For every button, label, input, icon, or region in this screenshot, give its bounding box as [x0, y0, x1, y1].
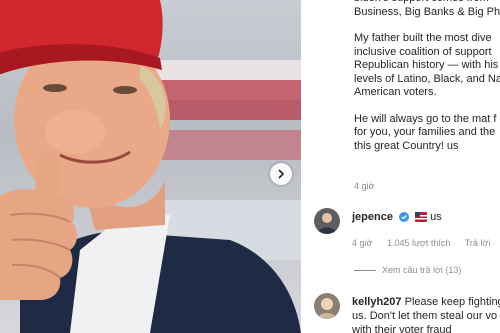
- comment-text: us: [430, 211, 442, 223]
- post-caption: biden's support comes from Business, Big…: [354, 0, 500, 166]
- next-image-button[interactable]: [270, 163, 292, 185]
- post-photo[interactable]: [0, 0, 301, 333]
- comment-likes[interactable]: 1.045 lượt thích: [387, 238, 450, 248]
- comment-time: 4 giờ: [352, 238, 373, 248]
- avatar-image: [314, 293, 340, 319]
- divider: [354, 270, 376, 272]
- chevron-right-icon: [278, 169, 285, 179]
- avatar[interactable]: [314, 208, 340, 234]
- flag-emoji-icon: [415, 212, 428, 222]
- comment-meta: 4 giờ 1.045 lượt thích Trả lời: [352, 238, 500, 248]
- view-replies-label: Xem câu trả lời (13): [382, 265, 462, 275]
- avatar-image: [314, 208, 340, 234]
- caption-paragraph: My father built the most dive inclusive …: [354, 32, 500, 98]
- view-replies-button[interactable]: Xem câu trả lời (13): [354, 265, 461, 275]
- caption-paragraph: He will always go to the mat f for you, …: [354, 112, 497, 152]
- post-photo-illustration: [0, 0, 301, 333]
- comment-item: kellyh207 Please keep fighting us. Don't…: [314, 293, 500, 333]
- avatar[interactable]: [314, 293, 340, 319]
- comment-item: jepence us 4 giờ 1.045 lượt thích Trả lờ…: [314, 208, 500, 258]
- caption-timestamp: 4 giờ: [354, 181, 375, 191]
- comment-username[interactable]: jepence: [352, 211, 393, 223]
- verified-badge-icon: [399, 212, 410, 222]
- reply-button[interactable]: Trả lời: [465, 238, 491, 248]
- comment-username[interactable]: kellyh207: [352, 296, 402, 308]
- caption-paragraph: biden's support comes from Business, Big…: [354, 0, 500, 18]
